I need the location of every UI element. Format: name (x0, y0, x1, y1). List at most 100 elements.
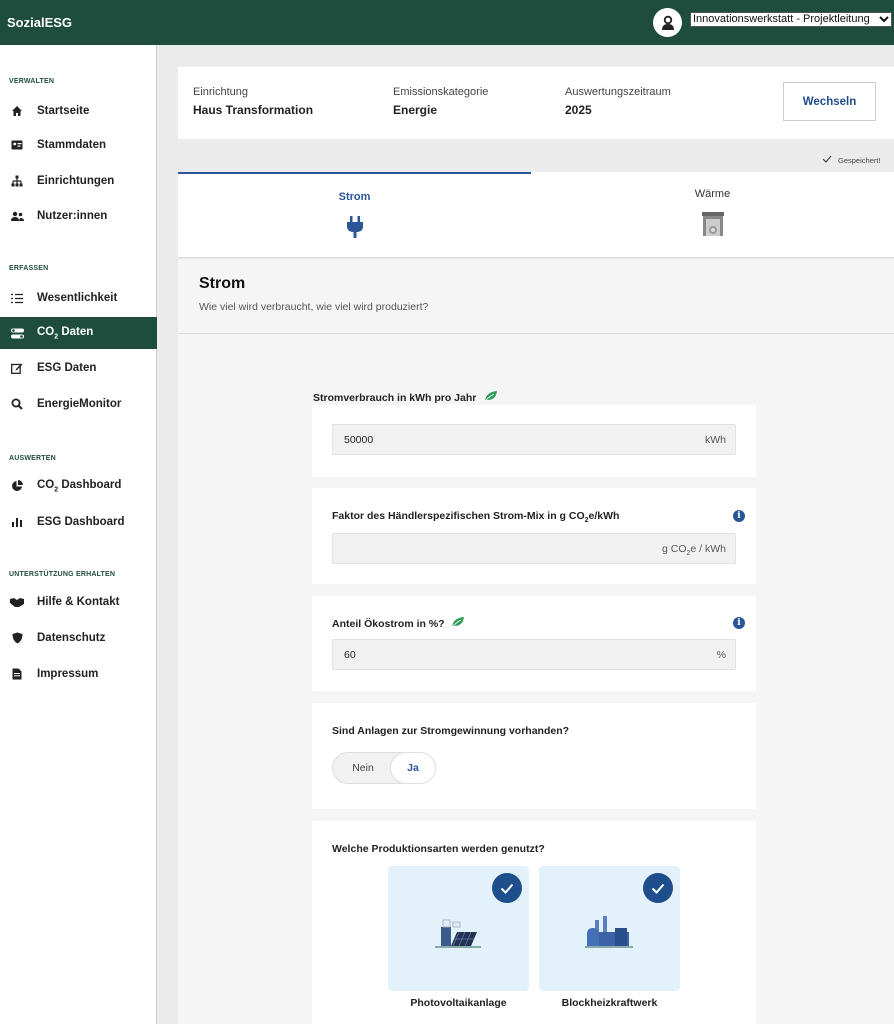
consumption-card: 50000 kWh (312, 405, 756, 477)
consumption-label: Stromverbrauch in kWh pro Jahr (313, 390, 498, 405)
section-subtitle: Wie viel wird verbraucht, wie viel wird … (199, 301, 429, 313)
tab-label: Wärme (694, 188, 731, 200)
tab-waerme[interactable]: Wärme (531, 172, 894, 258)
account-select-value: Innovationswerkstatt - Projektleitung (693, 13, 870, 25)
bar-chart-icon (10, 515, 24, 529)
category-label: Emissionskategorie (393, 86, 489, 98)
green-share-value: 60 (344, 649, 356, 661)
brand-logo[interactable]: SozialESG (7, 15, 72, 30)
category-info: Emissionskategorie Energie (393, 86, 488, 117)
sidebar-item-co2-dashboard[interactable]: CO2 Dashboard (0, 470, 157, 502)
consumption-unit: kWh (705, 434, 726, 446)
chevron-down-icon (879, 14, 889, 26)
green-share-label: Anteil Ökostrom in %? (332, 616, 465, 631)
consumption-input[interactable]: 50000 kWh (332, 424, 736, 455)
context-header: Einrichtung Haus Transformation Emission… (178, 67, 894, 139)
leaf-icon (484, 390, 498, 405)
toggle-icon (10, 326, 24, 340)
sidebar-item-label: Einrichtungen (37, 175, 115, 187)
switch-button[interactable]: Wechseln (783, 82, 876, 121)
pie-chart-icon (10, 479, 24, 493)
toggle-option-yes[interactable]: Ja (391, 753, 435, 783)
mix-factor-input[interactable]: g CO2e / kWh (332, 533, 736, 564)
facility-value: Haus Transformation (193, 103, 314, 117)
sidebar-item-datenschutz[interactable]: Datenschutz (0, 622, 157, 654)
green-share-card: Anteil Ökostrom in %? i 60 % (312, 596, 756, 691)
sidebar-item-wesentlichkeit[interactable]: Wesentlichkeit (0, 282, 157, 314)
sidebar-item-startseite[interactable]: Startseite (0, 95, 157, 127)
green-share-unit: % (716, 649, 726, 661)
facility-info: Einrichtung Haus Transformation (193, 86, 313, 117)
sidebar-item-energiemonitor[interactable]: EnergieMonitor (0, 388, 157, 420)
generation-card: Sind Anlagen zur Stromgewinnung vorhande… (312, 703, 756, 809)
sidebar-item-hilfe-kontakt[interactable]: Hilfe & Kontakt (0, 586, 157, 618)
furnace-icon (701, 212, 724, 241)
sidebar-item-nutzerinnen[interactable]: Nutzer:innen (0, 200, 157, 232)
search-icon (10, 397, 24, 411)
mix-factor-label: Faktor des Händlerspezifischen Strom-Mix… (332, 510, 620, 525)
section-title: Strom (199, 275, 246, 292)
green-share-input[interactable]: 60 % (332, 639, 736, 670)
check-icon (492, 873, 522, 903)
category-value: Energie (393, 103, 438, 117)
document-icon (10, 667, 24, 681)
sidebar-item-co2-daten[interactable]: CO2 Daten (0, 317, 157, 349)
sidebar-item-label: Nutzer:innen (37, 210, 108, 222)
plug-icon (346, 216, 364, 243)
sidebar-item-label: Datenschutz (37, 632, 106, 644)
list-icon (10, 291, 24, 305)
sitemap-icon (10, 174, 24, 188)
info-icon[interactable]: i (733, 617, 745, 629)
info-icon[interactable]: i (733, 510, 745, 522)
user-avatar-icon[interactable] (653, 8, 682, 37)
period-label: Auswertungszeitraum (565, 86, 671, 98)
consumption-value: 50000 (344, 434, 374, 446)
sidebar-item-label: Impressum (37, 668, 99, 680)
production-label-blockheizkraftwerk: Blockheizkraftwerk (561, 997, 658, 1009)
check-icon (643, 873, 673, 903)
sidebar-item-esg-dashboard[interactable]: ESG Dashboard (0, 506, 157, 538)
home-icon (10, 104, 24, 118)
toggle-option-no[interactable]: Nein (339, 753, 387, 783)
tab-label: Strom (338, 191, 371, 203)
sidebar-item-esg-daten[interactable]: ESG Daten (0, 352, 157, 384)
production-tile-photovoltaik[interactable] (388, 866, 529, 991)
sidebar-item-label: CO2 Daten (37, 325, 94, 341)
power-plant-icon (584, 914, 635, 955)
sidebar-item-label: CO2 Dashboard (37, 478, 122, 494)
sidebar-item-einrichtungen[interactable]: Einrichtungen (0, 165, 157, 197)
checkmark-icon (822, 155, 832, 165)
sidebar-section-erfassen: ERFASSEN (9, 265, 49, 272)
generation-label: Sind Anlagen zur Stromgewinnung vorhande… (332, 725, 570, 737)
sidebar-item-label: ESG Daten (37, 362, 97, 374)
edit-icon (10, 361, 24, 375)
account-select[interactable]: Innovationswerkstatt - Projektleitung (690, 12, 892, 27)
save-status: Gespeichert! (822, 155, 881, 165)
users-icon (10, 209, 24, 223)
generation-toggle[interactable]: Nein Ja (332, 752, 436, 784)
sidebar-item-stammdaten[interactable]: Stammdaten (0, 129, 157, 161)
leaf-icon (451, 616, 465, 631)
sidebar-item-label: Hilfe & Kontakt (37, 596, 120, 608)
sidebar-item-label: Stammdaten (37, 139, 107, 151)
tab-strom[interactable]: Strom (178, 172, 531, 258)
period-value: 2025 (565, 103, 592, 117)
mix-factor-card: Faktor des Händlerspezifischen Strom-Mix… (312, 488, 756, 584)
energy-tabs: Strom Wärme (178, 172, 894, 258)
facility-label: Einrichtung (193, 86, 249, 98)
sidebar-item-label: Wesentlichkeit (37, 292, 118, 304)
section-header: Strom Wie viel wird verbraucht, wie viel… (178, 259, 894, 334)
production-card: Welche Produktionsarten werden genutzt? … (312, 821, 756, 1024)
sidebar-item-label: EnergieMonitor (37, 398, 122, 410)
mix-factor-unit: g CO2e / kWh (661, 543, 726, 558)
solar-panel-icon (434, 914, 483, 955)
sidebar-item-label: ESG Dashboard (37, 516, 125, 528)
id-card-icon (10, 138, 24, 152)
shield-icon (10, 631, 24, 645)
production-label: Welche Produktionsarten werden genutzt? (332, 843, 545, 855)
sidebar-section-verwalten: VERWALTEN (9, 78, 55, 85)
sidebar-item-label: Startseite (37, 105, 90, 117)
production-tile-blockheizkraftwerk[interactable] (539, 866, 680, 991)
sidebar-item-impressum[interactable]: Impressum (0, 658, 157, 690)
sidebar-section-unterstuetzung: UNTERSTÜTZUNG ERHALTEN (9, 571, 116, 578)
